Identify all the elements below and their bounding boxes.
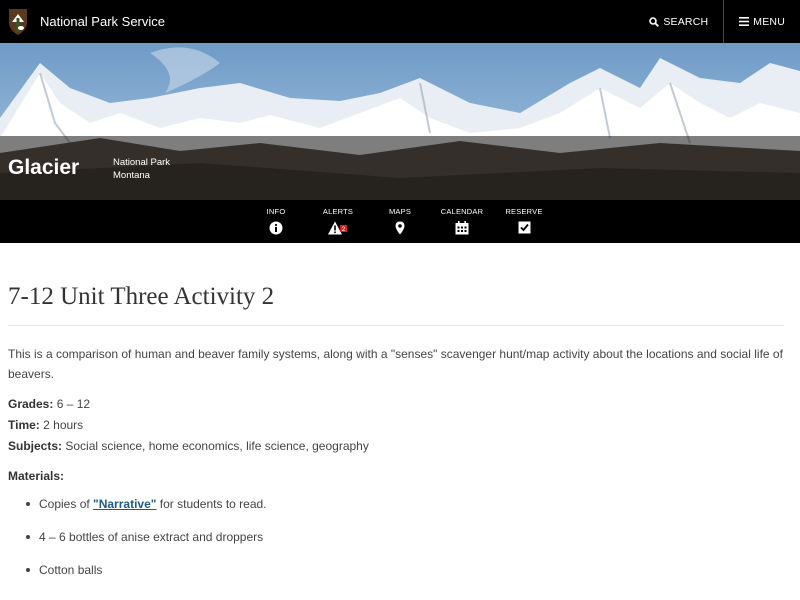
- nps-arrowhead-logo[interactable]: [7, 8, 29, 36]
- subnav-item-alerts[interactable]: ALERTS 2: [307, 200, 369, 235]
- material-prefix: Copies of: [39, 497, 94, 511]
- subjects-label: Subjects:: [8, 439, 63, 453]
- checkbox-icon: [518, 220, 531, 235]
- menu-label: MENU: [753, 15, 785, 28]
- main-content: 7-12 Unit Three Activity 2 This is a com…: [0, 283, 800, 596]
- list-item: 4 – 6 bottles of anise extract and dropp…: [26, 530, 784, 563]
- list-item: Cotton balls: [26, 563, 784, 596]
- time-label: Time:: [8, 418, 40, 432]
- activity-description: This is a comparison of human and beaver…: [8, 347, 783, 381]
- park-designation: National Park: [113, 157, 171, 168]
- divider: [8, 325, 784, 326]
- top-bar: National Park Service SEARCH MENU: [0, 0, 800, 43]
- subnav-label: RESERVE: [505, 207, 543, 216]
- search-label: SEARCH: [663, 15, 709, 28]
- grades-line: Grades: 6 – 12: [8, 394, 784, 415]
- subnav-item-maps[interactable]: MAPS: [369, 200, 431, 235]
- menu-button[interactable]: MENU: [724, 0, 800, 43]
- search-button[interactable]: SEARCH: [634, 0, 723, 43]
- grades-value: 6 – 12: [53, 397, 91, 411]
- subnav-label: MAPS: [388, 207, 412, 216]
- list-item: Copies of "Narrative" for students to re…: [26, 497, 784, 530]
- alert-icon: 2: [328, 220, 348, 235]
- park-name[interactable]: Glacier: [8, 156, 79, 180]
- subnav-item-info[interactable]: INFO: [245, 200, 307, 235]
- park-subtitle: National Park Montana: [113, 156, 170, 182]
- page-title: 7-12 Unit Three Activity 2: [8, 283, 275, 310]
- time-line: Time: 2 hours: [8, 415, 784, 436]
- materials-list: Copies of "Narrative" for students to re…: [26, 497, 784, 596]
- subnav-label: INFO: [266, 207, 286, 216]
- subnav-label: ALERTS: [322, 207, 354, 216]
- subnav-item-reserve[interactable]: RESERVE: [493, 200, 555, 235]
- calendar-icon: [455, 220, 469, 235]
- site-name[interactable]: National Park Service: [40, 14, 165, 29]
- map-pin-icon: [395, 220, 405, 235]
- subjects-line: Subjects: Social science, home economics…: [8, 436, 784, 457]
- hamburger-icon: [739, 17, 750, 26]
- alert-badge: 2: [342, 226, 346, 233]
- subjects-value: Social science, home economics, life sci…: [62, 439, 369, 453]
- park-state: Montana: [113, 170, 150, 181]
- material-suffix: for students to read.: [156, 497, 267, 511]
- subnav-item-calendar[interactable]: CALENDAR: [431, 200, 493, 235]
- time-value: 2 hours: [39, 418, 84, 432]
- hero-banner: Glacier National Park Montana: [0, 43, 800, 200]
- grades-label: Grades:: [8, 397, 54, 411]
- park-subnav: INFO ALERTS 2 MAPS CALENDAR RESERVE: [0, 200, 800, 243]
- materials-label: Materials:: [8, 469, 65, 483]
- search-icon: [649, 16, 660, 27]
- subnav-label: CALENDAR: [440, 207, 484, 216]
- info-icon: [269, 220, 283, 235]
- materials-heading: Materials:: [8, 466, 784, 486]
- narrative-link[interactable]: "Narrative": [93, 497, 156, 511]
